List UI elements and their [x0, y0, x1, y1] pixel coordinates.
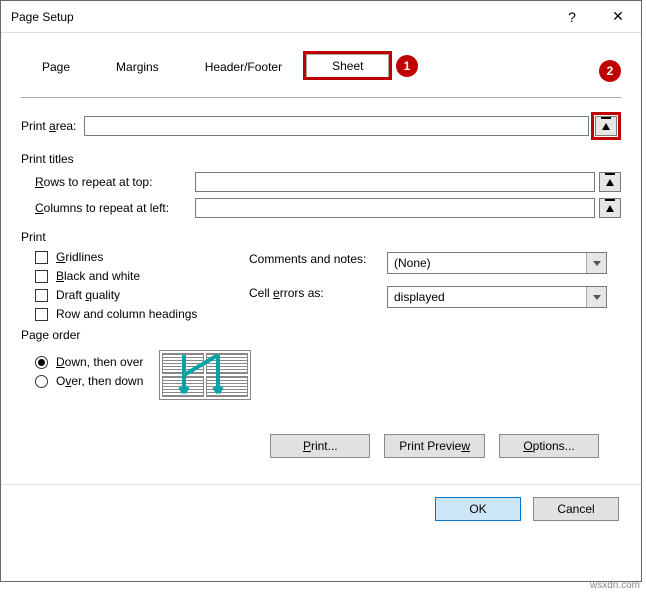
chevron-down-icon — [586, 287, 606, 307]
options-button[interactable]: Options... — [499, 434, 599, 458]
page-order-group-label: Page order — [21, 328, 621, 342]
tab-strip: Page Margins Header/Footer Sheet — [1, 33, 641, 80]
collapse-icon — [602, 123, 610, 130]
gridlines-checkbox[interactable] — [35, 251, 48, 264]
cols-repeat-input[interactable] — [195, 198, 595, 218]
black-white-checkbox[interactable] — [35, 270, 48, 283]
callout-box-collapse — [591, 112, 621, 140]
watermark: wsxdn.com — [590, 580, 640, 591]
tab-header-footer[interactable]: Header/Footer — [182, 53, 305, 80]
sheet-panel: Print area: Print titles Rows to repeat … — [1, 80, 641, 468]
window-title: Page Setup — [11, 10, 549, 24]
collapse-icon — [606, 179, 614, 186]
black-white-label: Black and white — [56, 269, 140, 283]
print-group-label: Print — [21, 230, 621, 244]
close-button[interactable]: ✕ — [595, 1, 641, 33]
over-then-down-label: Over, then down — [56, 374, 143, 388]
comments-label: Comments and notes: — [249, 252, 379, 274]
draft-label: Draft quality — [56, 288, 120, 302]
cell-errors-select[interactable]: displayed — [387, 286, 607, 308]
cancel-button[interactable]: Cancel — [533, 497, 619, 521]
callout-1: 1 — [396, 55, 418, 77]
ok-button[interactable]: OK — [435, 497, 521, 521]
rows-repeat-collapse-button[interactable] — [599, 172, 621, 192]
titlebar: Page Setup ? ✕ — [1, 1, 641, 33]
print-area-input[interactable] — [84, 116, 589, 136]
tab-page[interactable]: Page — [19, 53, 93, 80]
gridlines-label: Gridlines — [56, 250, 103, 264]
cell-errors-label: Cell errors as: — [249, 286, 379, 308]
over-then-down-radio[interactable] — [35, 375, 48, 388]
chevron-down-icon — [586, 253, 606, 273]
rows-repeat-input[interactable] — [195, 172, 595, 192]
tab-sheet[interactable]: Sheet — [306, 54, 389, 77]
callout-2: 2 — [599, 60, 621, 82]
cols-repeat-label: Columns to repeat at left: — [35, 201, 187, 215]
rowcol-headings-label: Row and column headings — [56, 307, 197, 321]
down-then-over-label: Down, then over — [56, 355, 143, 369]
comments-select[interactable]: (None) — [387, 252, 607, 274]
print-button[interactable]: Print... — [270, 434, 370, 458]
print-area-label: Print area: — [21, 119, 76, 133]
comments-value: (None) — [394, 256, 431, 270]
callout-box-sheet-tab: Sheet — [303, 51, 392, 80]
dialog-footer: OK Cancel — [1, 484, 641, 533]
print-preview-button[interactable]: Print Preview — [384, 434, 485, 458]
down-then-over-radio[interactable] — [35, 356, 48, 369]
cols-repeat-collapse-button[interactable] — [599, 198, 621, 218]
rows-repeat-label: Rows to repeat at top: — [35, 175, 187, 189]
tab-margins[interactable]: Margins — [93, 53, 182, 80]
cell-errors-value: displayed — [394, 290, 445, 304]
page-setup-dialog: Page Setup ? ✕ Page Margins Header/Foote… — [0, 0, 642, 582]
draft-checkbox[interactable] — [35, 289, 48, 302]
collapse-icon — [606, 205, 614, 212]
print-area-collapse-button[interactable] — [595, 116, 617, 136]
page-order-preview — [159, 350, 251, 400]
page-order-arrow-icon — [176, 353, 228, 397]
rowcol-headings-checkbox[interactable] — [35, 308, 48, 321]
print-titles-group-label: Print titles — [21, 152, 621, 166]
help-button[interactable]: ? — [549, 1, 595, 33]
